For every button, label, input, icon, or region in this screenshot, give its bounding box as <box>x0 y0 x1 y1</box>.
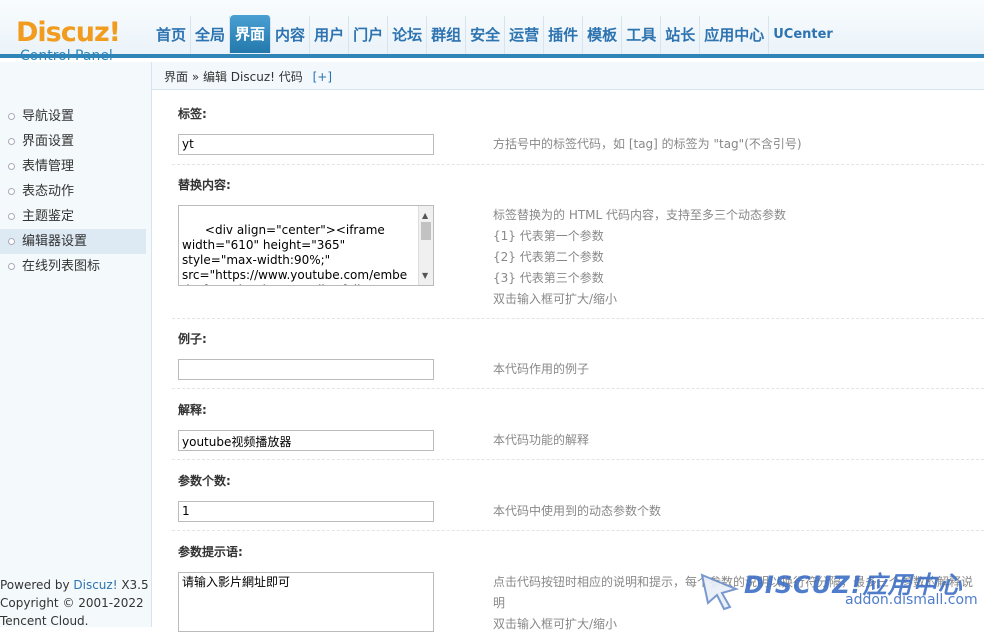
sidebar-item[interactable]: 表情管理 <box>0 154 151 179</box>
example-tip: 本代码作用的例子 <box>493 362 590 376</box>
replace-tip-line: {2} 代表第二个参数 <box>493 250 604 264</box>
powered-prefix: Powered by <box>0 578 74 592</box>
params-tip: 本代码中使用到的动态参数个数 <box>493 504 662 518</box>
sidebar-item[interactable]: 表态动作 <box>0 179 151 204</box>
scroll-up-icon[interactable]: ▲ <box>422 208 428 223</box>
sidebar-item[interactable]: 主题鉴定 <box>0 204 151 229</box>
logo[interactable]: Discuz! Control Panel <box>16 17 136 65</box>
replace-tip-line: 双击输入框可扩大/缩小 <box>493 292 618 306</box>
example-label: 例子: <box>178 332 207 346</box>
explain-tip: 本代码功能的解释 <box>493 433 590 447</box>
replace-tip-line: {3} 代表第三个参数 <box>493 271 604 285</box>
nav-item[interactable]: 工具 <box>622 16 662 54</box>
powered-by: Powered by Discuz! X3.5 <box>0 576 149 594</box>
nav-item[interactable]: 运营 <box>505 16 545 54</box>
breadcrumb: 界面 » 编辑 Discuz! 代码 [+] <box>164 68 332 85</box>
params-label: 参数个数: <box>178 474 231 488</box>
prompt-label: 参数提示语: <box>178 545 243 559</box>
params-input[interactable]: 1 <box>178 501 434 522</box>
explain-input[interactable]: youtube视频播放器 <box>178 430 434 451</box>
tag-tip: 方括号中的标签代码，如 [tag] 的标签为 "tag"(不含引号) <box>493 137 802 151</box>
sidebar-item[interactable]: 在线列表图标 <box>0 254 151 279</box>
watermark: DISCUZ!应用中心 addon.dismall.com <box>700 565 980 621</box>
divider <box>172 388 984 389</box>
nav-item[interactable]: 插件 <box>544 16 584 54</box>
add-shortcut-button[interactable]: [+] <box>313 70 332 84</box>
prompt-textarea[interactable]: 请输入影片網址即可 <box>178 572 434 632</box>
replace-textarea-value: <div align="center"><iframe width="610" … <box>182 223 408 285</box>
header: Discuz! Control Panel 首页 全局 界面 内容 用户 门户 论坛 群组 安全… <box>0 0 984 64</box>
replace-tips: 标签替换为的 HTML 代码内容，支持至多三个动态参数 {1} 代表第一个参数 … <box>493 205 786 310</box>
nav-item[interactable]: 模板 <box>583 16 623 54</box>
nav-item[interactable]: 内容 <box>271 16 311 54</box>
scroll-thumb[interactable] <box>421 222 431 240</box>
scroll-down-icon[interactable]: ▼ <box>422 268 428 283</box>
replace-textarea[interactable]: <div align="center"><iframe width="610" … <box>178 205 434 286</box>
replace-tip-line: {1} 代表第一个参数 <box>493 229 604 243</box>
nav-item[interactable]: 安全 <box>466 16 506 54</box>
breadcrumb-text: 界面 » 编辑 Discuz! 代码 <box>164 70 303 84</box>
nav-item[interactable]: 站长 <box>661 16 701 54</box>
logo-brand: Discuz! <box>16 17 121 48</box>
watermark-url: addon.dismall.com <box>845 592 978 608</box>
copyright: Copyright © 2001-2022 <box>0 596 144 610</box>
divider <box>172 318 984 319</box>
nav-item[interactable]: 界面 <box>230 15 272 53</box>
example-input[interactable] <box>178 359 434 380</box>
nav-item[interactable]: 论坛 <box>388 16 428 54</box>
tag-label: 标签: <box>178 107 207 121</box>
nav-item[interactable]: UCenter <box>769 16 837 54</box>
sidebar-menu: 导航设置 界面设置 表情管理 表态动作 主题鉴定 编辑器设置 在线列表图标 <box>0 104 151 279</box>
tag-input[interactable]: yt <box>178 134 434 155</box>
nav-item[interactable]: 首页 <box>152 16 192 54</box>
replace-label: 替换内容: <box>178 178 231 192</box>
divider <box>172 164 984 165</box>
sidebar-item[interactable]: 导航设置 <box>0 104 151 129</box>
cursor-logo-icon <box>700 573 740 611</box>
nav-item[interactable]: 应用中心 <box>700 16 770 54</box>
replace-tip-line: 标签替换为的 HTML 代码内容，支持至多三个动态参数 <box>493 208 787 222</box>
sidebar-item[interactable]: 编辑器设置 <box>0 229 146 254</box>
sidebar-item[interactable]: 界面设置 <box>0 129 151 154</box>
nav-item[interactable]: 门户 <box>349 16 389 54</box>
divider <box>172 530 984 531</box>
company: Tencent Cloud. <box>0 614 89 628</box>
nav-item[interactable]: 群组 <box>427 16 467 54</box>
footer: Powered by Discuz! X3.5 Copyright © 2001… <box>0 576 149 630</box>
nav-item[interactable]: 用户 <box>310 16 350 54</box>
sidebar: 导航设置 界面设置 表情管理 表态动作 主题鉴定 编辑器设置 在线列表图标 Powered … <box>0 62 152 630</box>
breadcrumb-bar: 界面 » 编辑 Discuz! 代码 [+] <box>152 62 984 90</box>
explain-label: 解释: <box>178 403 207 417</box>
top-nav: 首页 全局 界面 内容 用户 门户 论坛 群组 安全 运营 插件 模板 工具 站长 应用中心 UCenter <box>152 15 837 54</box>
textarea-scrollbar[interactable]: ▲ ▼ <box>418 206 433 285</box>
divider <box>172 459 984 460</box>
nav-item[interactable]: 全局 <box>191 16 231 54</box>
powered-version: X3.5 <box>117 578 149 592</box>
powered-brand-link[interactable]: Discuz! <box>73 578 117 592</box>
main-content: 标签: yt 方括号中的标签代码，如 [tag] 的标签为 "tag"(不含引号… <box>152 91 984 632</box>
